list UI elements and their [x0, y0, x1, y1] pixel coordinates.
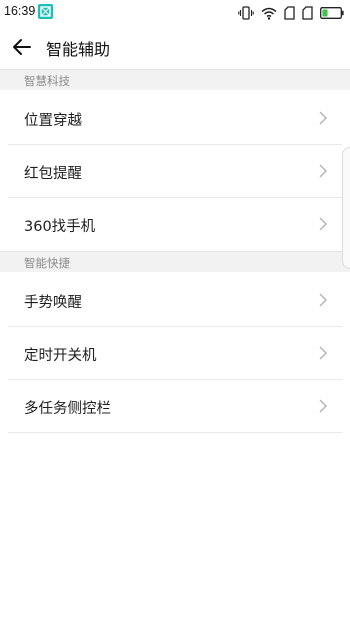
sim1-icon — [284, 6, 295, 20]
divider — [8, 432, 342, 433]
item-label: 红包提醒 — [24, 166, 82, 182]
screen: 16:39 智能辅助 智慧科技 位置穿越 红包提醒 360找手机 智能快捷 手势… — [0, 0, 350, 622]
sim2-icon — [302, 6, 313, 20]
item-label: 360找手机 — [24, 219, 96, 235]
page-title: 智能辅助 — [46, 40, 111, 59]
chevron-right-icon — [319, 293, 327, 307]
section-header-smart-shortcuts: 智能快捷 — [0, 251, 350, 272]
vibrate-icon — [238, 6, 254, 20]
side-handle[interactable] — [342, 147, 350, 269]
list-item-location-travel[interactable]: 位置穿越 — [0, 92, 350, 145]
section-title: 智能快捷 — [24, 256, 70, 270]
app-notification-icon — [38, 4, 53, 19]
section-title: 智慧科技 — [24, 74, 70, 88]
item-label: 定时开关机 — [24, 348, 97, 364]
battery-icon — [320, 7, 344, 19]
chevron-right-icon — [319, 164, 327, 178]
list-item-scheduled-power[interactable]: 定时开关机 — [0, 327, 350, 380]
wifi-icon — [261, 7, 277, 20]
list-item-red-packet-reminder[interactable]: 红包提醒 — [0, 145, 350, 198]
chevron-right-icon — [319, 111, 327, 125]
list-item-find-phone[interactable]: 360找手机 — [0, 198, 350, 251]
chevron-right-icon — [319, 217, 327, 231]
back-arrow-icon[interactable] — [10, 35, 34, 59]
app-header: 智能辅助 — [0, 26, 350, 69]
chevron-right-icon — [319, 399, 327, 413]
list-item-multitask-sidebar[interactable]: 多任务侧控栏 — [0, 380, 350, 433]
item-label: 位置穿越 — [24, 113, 82, 129]
item-label: 手势唤醒 — [24, 295, 82, 311]
status-time: 16:39 — [4, 4, 36, 18]
status-icons — [238, 5, 344, 21]
section-header-smart-tech: 智慧科技 — [0, 69, 350, 90]
chevron-right-icon — [319, 346, 327, 360]
item-label: 多任务侧控栏 — [24, 401, 111, 417]
list-item-gesture-wake[interactable]: 手势唤醒 — [0, 274, 350, 327]
status-bar: 16:39 — [0, 0, 350, 26]
